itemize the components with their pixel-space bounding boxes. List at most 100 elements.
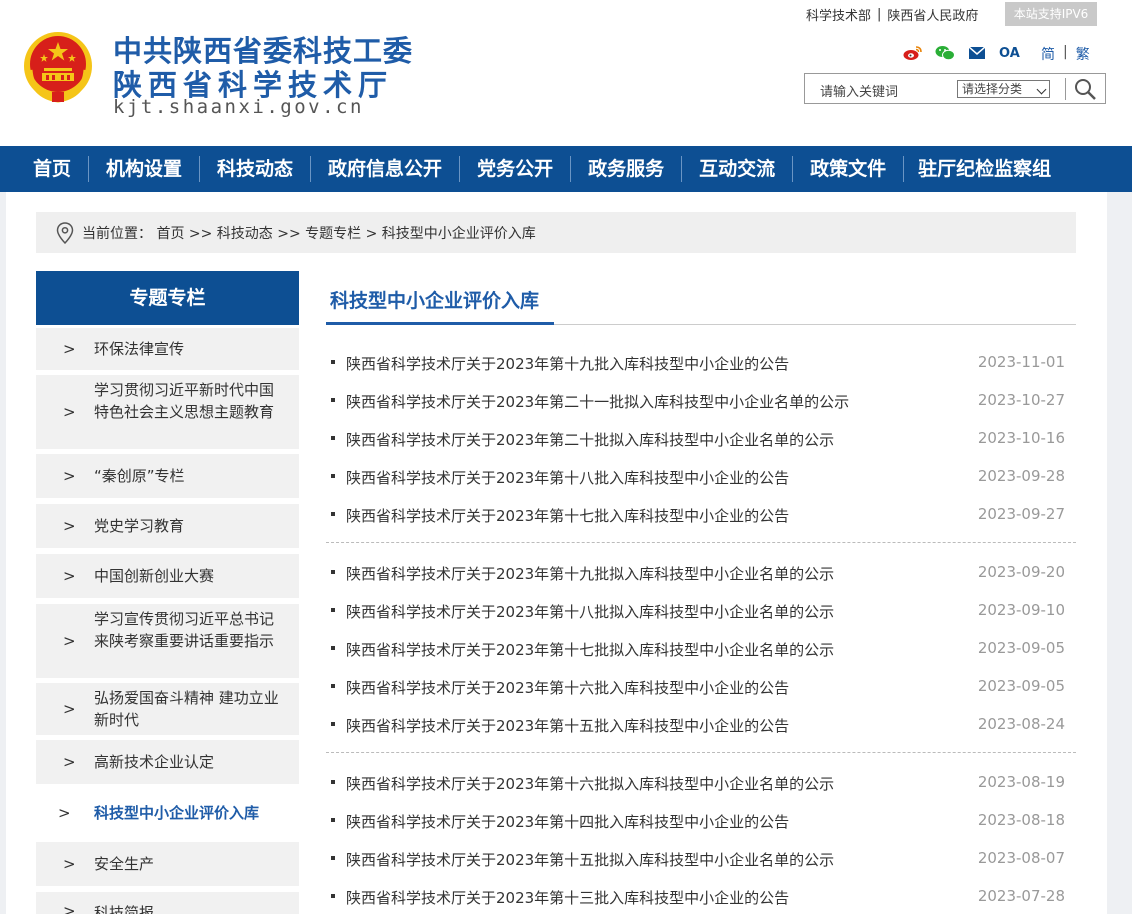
sidebar-heading: 专题专栏 (36, 271, 299, 325)
sidebar-item[interactable]: > 学习宣传贯彻习近平总书记来陕考察重要讲话重要指示 (36, 604, 299, 678)
nav-gov-info[interactable]: 政府信息公开 (328, 146, 442, 192)
sidebar-item[interactable]: > 科技简报 (36, 892, 299, 914)
nav-separator (681, 156, 683, 182)
top-link-separator: | (877, 6, 882, 22)
search-icon[interactable] (1071, 77, 1101, 101)
nav-home[interactable]: 首页 (33, 146, 71, 192)
bullet-icon (331, 474, 335, 478)
sidebar-item-label: 弘扬爱国奋斗精神 建功立业新时代 (94, 689, 279, 729)
bullet-icon (331, 608, 335, 612)
sidebar-item-active[interactable]: > 科技型中小企业评价入库 (36, 790, 299, 836)
site-header: 中共陕西省委科技工委 陕西省科学技术厅 kjt.shaanxi.gov.cn 科… (0, 0, 1132, 146)
bullet-icon (331, 570, 335, 574)
site-url: kjt.shaanxi.gov.cn (113, 96, 364, 118)
sidebar-item-label: 科技型中小企业评价入库 (94, 804, 260, 822)
chevron-down-icon (1036, 84, 1047, 95)
article-date: 2023-09-28 (977, 467, 1065, 485)
article-title[interactable]: 陕西省科学技术厅关于2023年第十五批入库科技型中小企业的公告 (346, 715, 789, 736)
article-title[interactable]: 陕西省科学技术厅关于2023年第十七批拟入库科技型中小企业名单的公示 (346, 639, 834, 660)
nav-interaction[interactable]: 互动交流 (699, 146, 775, 192)
sidebar-item-label: “秦创原”专栏 (94, 467, 185, 485)
article-title[interactable]: 陕西省科学技术厅关于2023年第十六批入库科技型中小企业的公告 (346, 677, 789, 698)
nav-party-affairs[interactable]: 党务公开 (477, 146, 553, 192)
article-row[interactable]: 陕西省科学技术厅关于2023年第十八批入库科技型中小企业的公告 2023-09-2… (326, 465, 1076, 489)
search-input[interactable]: 请输入关键词 (820, 81, 898, 100)
nav-separator (570, 156, 572, 182)
article-title[interactable]: 陕西省科学技术厅关于2023年第十七批入库科技型中小企业的公告 (346, 505, 789, 526)
weibo-icon[interactable] (903, 44, 923, 62)
article-title[interactable]: 陕西省科学技术厅关于2023年第十四批入库科技型中小企业的公告 (346, 811, 789, 832)
article-title[interactable]: 陕西省科学技术厅关于2023年第十五批拟入库科技型中小企业名单的公示 (346, 849, 834, 870)
sidebar-item[interactable]: > 学习贯彻习近平新时代中国特色社会主义思想主题教育 (36, 375, 299, 449)
chevron-right-icon: > (58, 804, 71, 822)
bullet-icon (331, 780, 335, 784)
bullet-icon (331, 894, 335, 898)
mail-icon[interactable] (967, 44, 987, 62)
article-row[interactable]: 陕西省科学技术厅关于2023年第二十批拟入库科技型中小企业名单的公示 2023-1… (326, 427, 1076, 451)
nav-gov-services[interactable]: 政务服务 (588, 146, 664, 192)
article-title[interactable]: 陕西省科学技术厅关于2023年第十八批入库科技型中小企业的公告 (346, 467, 789, 488)
chevron-right-icon: > (63, 902, 76, 914)
breadcrumb-text[interactable]: 当前位置： 首页 >> 科技动态 >> 专题专栏 > 科技型中小企业评价入库 (82, 223, 536, 243)
wechat-icon[interactable] (935, 44, 955, 62)
article-date: 2023-09-05 (977, 677, 1065, 695)
sidebar-item[interactable]: > 环保法律宣传 (36, 328, 299, 370)
link-most[interactable]: 科学技术部 (806, 5, 871, 24)
article-date: 2023-08-19 (977, 773, 1065, 791)
sidebar-item[interactable]: > 党史学习教育 (36, 504, 299, 548)
article-row[interactable]: 陕西省科学技术厅关于2023年第十九批入库科技型中小企业的公告 2023-11-0… (326, 351, 1076, 375)
article-row[interactable]: 陕西省科学技术厅关于2023年第十五批入库科技型中小企业的公告 2023-08-2… (326, 713, 1076, 737)
article-title[interactable]: 陕西省科学技术厅关于2023年第十六批拟入库科技型中小企业名单的公示 (346, 773, 834, 794)
article-date: 2023-08-07 (977, 849, 1065, 867)
sidebar-item[interactable]: > 安全生产 (36, 842, 299, 886)
nav-organization[interactable]: 机构设置 (106, 146, 182, 192)
lang-simplified[interactable]: 简 (1041, 44, 1055, 64)
nav-tech-news[interactable]: 科技动态 (217, 146, 293, 192)
bullet-icon (331, 360, 335, 364)
chevron-right-icon: > (63, 632, 76, 650)
chevron-right-icon: > (63, 467, 76, 485)
chevron-right-icon: > (63, 517, 76, 535)
article-date: 2023-11-01 (977, 353, 1065, 371)
lang-separator: | (1063, 44, 1068, 60)
article-title[interactable]: 陕西省科学技术厅关于2023年第十九批拟入库科技型中小企业名单的公示 (346, 563, 834, 584)
article-title[interactable]: 陕西省科学技术厅关于2023年第二十一批拟入库科技型中小企业名单的公示 (346, 391, 849, 412)
article-row[interactable]: 陕西省科学技术厅关于2023年第十七批拟入库科技型中小企业名单的公示 2023-0… (326, 637, 1076, 661)
sidebar-item[interactable]: > 高新技术企业认定 (36, 740, 299, 784)
article-row[interactable]: 陕西省科学技术厅关于2023年第十六批拟入库科技型中小企业名单的公示 2023-0… (326, 771, 1076, 795)
article-date: 2023-10-16 (977, 429, 1065, 447)
sidebar-item[interactable]: > 中国创新创业大赛 (36, 554, 299, 598)
category-select[interactable]: 请选择分类 (957, 80, 1050, 98)
sidebar-item[interactable]: > “秦创原”专栏 (36, 454, 299, 498)
bullet-icon (331, 856, 335, 860)
article-date: 2023-07-28 (977, 887, 1065, 905)
lang-traditional[interactable]: 繁 (1076, 44, 1090, 64)
nav-separator (903, 156, 905, 182)
oa-icon[interactable]: OA (999, 44, 1020, 62)
article-title[interactable]: 陕西省科学技术厅关于2023年第十九批入库科技型中小企业的公告 (346, 353, 789, 374)
article-row[interactable]: 陕西省科学技术厅关于2023年第二十一批拟入库科技型中小企业名单的公示 2023-… (326, 389, 1076, 413)
bullet-icon (331, 398, 335, 402)
article-title[interactable]: 陕西省科学技术厅关于2023年第二十批拟入库科技型中小企业名单的公示 (346, 429, 834, 450)
chevron-right-icon: > (63, 700, 76, 718)
article-row[interactable]: 陕西省科学技术厅关于2023年第十六批入库科技型中小企业的公告 2023-09-0… (326, 675, 1076, 699)
article-row[interactable]: 陕西省科学技术厅关于2023年第十三批入库科技型中小企业的公告 2023-07-2… (326, 885, 1076, 909)
nav-discipline[interactable]: 驻厅纪检监察组 (918, 146, 1051, 192)
sidebar-item-label: 环保法律宣传 (94, 340, 185, 358)
nav-policy[interactable]: 政策文件 (810, 146, 886, 192)
article-row[interactable]: 陕西省科学技术厅关于2023年第十九批拟入库科技型中小企业名单的公示 2023-0… (326, 561, 1076, 585)
chevron-right-icon: > (63, 340, 76, 358)
nav-separator (199, 156, 201, 182)
sidebar-item-label: 学习贯彻习近平新时代中国特色社会主义思想主题教育 (94, 381, 275, 421)
language-switch: 简 | 繁 (1041, 44, 1090, 64)
ipv6-badge: 本站支持IPV6 (1005, 2, 1097, 26)
article-row[interactable]: 陕西省科学技术厅关于2023年第十八批拟入库科技型中小企业名单的公示 2023-0… (326, 599, 1076, 623)
link-shaanxi-gov[interactable]: 陕西省人民政府 (887, 5, 978, 24)
article-row[interactable]: 陕西省科学技术厅关于2023年第十七批入库科技型中小企业的公告 2023-09-2… (326, 503, 1076, 527)
sidebar-item[interactable]: > 弘扬爱国奋斗精神 建功立业新时代 (36, 683, 299, 735)
article-row[interactable]: 陕西省科学技术厅关于2023年第十四批入库科技型中小企业的公告 2023-08-1… (326, 809, 1076, 833)
chevron-right-icon: > (63, 567, 76, 585)
article-row[interactable]: 陕西省科学技术厅关于2023年第十五批拟入库科技型中小企业名单的公示 2023-0… (326, 847, 1076, 871)
article-title[interactable]: 陕西省科学技术厅关于2023年第十三批入库科技型中小企业的公告 (346, 887, 789, 908)
article-title[interactable]: 陕西省科学技术厅关于2023年第十八批拟入库科技型中小企业名单的公示 (346, 601, 834, 622)
